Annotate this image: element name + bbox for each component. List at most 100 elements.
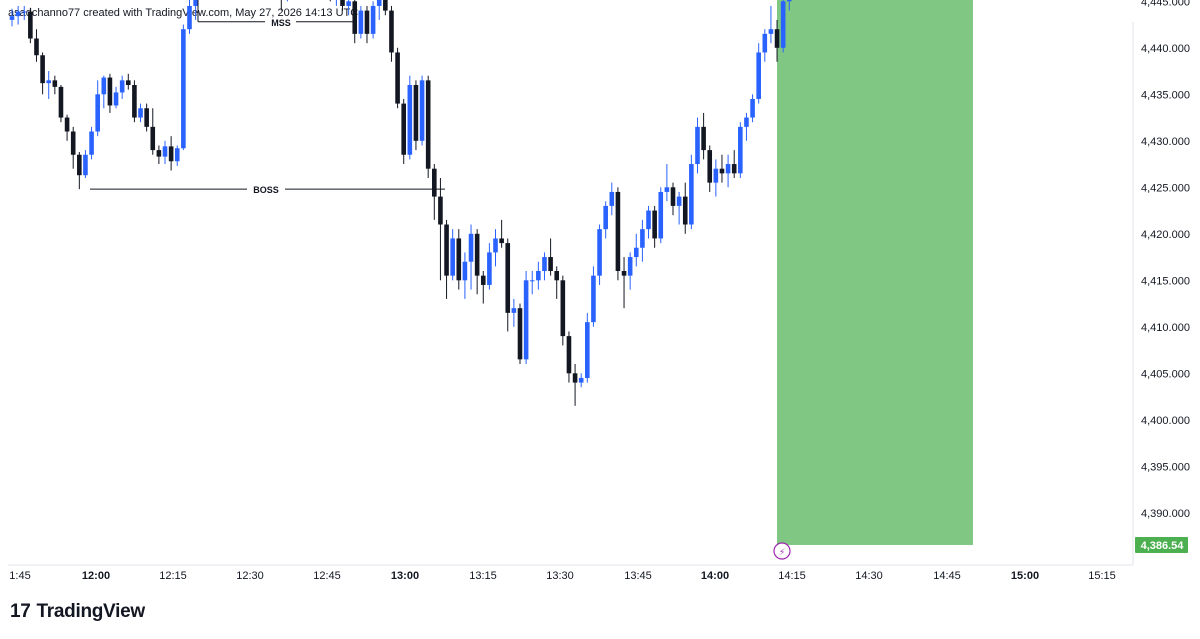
candle-body — [46, 80, 52, 84]
time-axis-tick: 12:15 — [159, 570, 187, 582]
time-axis-tick: 13:30 — [546, 570, 574, 582]
candle-body — [664, 187, 670, 192]
candle-body — [113, 92, 119, 106]
candle-body — [511, 308, 517, 313]
candle-body — [505, 243, 511, 313]
candle-body — [701, 126, 706, 151]
candle-body — [676, 196, 682, 206]
candle-body — [340, 0, 345, 6]
candle-body — [395, 52, 400, 104]
brand-name: TradingView — [36, 601, 146, 622]
candle-body — [744, 117, 749, 127]
candle-body — [670, 187, 676, 206]
candle-body — [786, 0, 792, 2]
time-axis-tick: 12:30 — [236, 570, 264, 582]
lightning-glyph: ⚡ — [779, 548, 785, 558]
time-axis-tick: 13:15 — [469, 570, 497, 582]
time-axis-tick: 14:30 — [855, 570, 883, 582]
candle-body — [89, 131, 94, 155]
target-price-tag: 4,386.54 — [1141, 540, 1185, 552]
candle-body — [585, 322, 590, 378]
candle-body — [383, 0, 388, 11]
price-axis-tick: 4,435.000 — [1141, 89, 1190, 101]
tradingview-chart-screenshot: asadchanno77 created with TradingView.co… — [0, 0, 1200, 639]
candle-body — [168, 146, 174, 162]
price-axis-tick: 4,425.000 — [1141, 182, 1190, 194]
candle-body — [419, 80, 425, 141]
candle-body — [181, 29, 186, 149]
candle-body — [193, 0, 198, 6]
candle-body — [517, 308, 523, 360]
price-axis-tick: 4,395.000 — [1141, 461, 1190, 473]
candle-body — [425, 80, 431, 169]
candle-body — [144, 108, 149, 127]
candle-body — [523, 280, 529, 360]
candle-body — [352, 1, 358, 34]
candle-body — [560, 280, 566, 337]
candle-body — [15, 11, 21, 17]
boss-label: BOSS — [253, 185, 279, 195]
candle-body — [64, 117, 70, 132]
time-axis-tick: 13:45 — [624, 570, 652, 582]
take-profit-zone — [777, 0, 973, 545]
candle-body — [695, 126, 700, 165]
candle-body — [487, 252, 492, 285]
candle-body — [633, 247, 639, 258]
candle-body — [52, 80, 58, 87]
candle-body — [689, 164, 694, 225]
candle-body — [438, 196, 443, 225]
candle-body — [34, 38, 39, 56]
time-axis-tick: 15:15 — [1088, 570, 1116, 582]
candle-body — [401, 103, 407, 155]
candle-body — [536, 271, 541, 281]
time-axis-tick: 13:00 — [391, 570, 419, 582]
candle-body — [58, 86, 64, 118]
candle-body — [750, 98, 755, 118]
candle-body — [450, 238, 455, 276]
candle-body — [738, 126, 743, 174]
time-axis-tick: 14:15 — [778, 570, 806, 582]
price-axis-tick: 4,400.000 — [1141, 415, 1190, 427]
candle-body — [474, 233, 480, 276]
candle-body — [364, 10, 370, 34]
candle-body — [444, 224, 449, 276]
candle-body — [156, 150, 162, 157]
candle-body — [780, 1, 786, 48]
candle-body — [713, 168, 719, 183]
price-axis-tick: 4,430.000 — [1141, 136, 1190, 148]
candle-body — [346, 1, 351, 6]
time-axis-tick: 14:00 — [701, 570, 729, 582]
candle-body — [77, 154, 82, 176]
candle-body — [768, 29, 774, 34]
candle-body — [529, 280, 535, 282]
candle-body — [499, 238, 504, 244]
candle-body — [731, 164, 737, 174]
candle-body — [70, 131, 76, 155]
candle-body — [40, 55, 45, 84]
candle-body — [756, 52, 761, 99]
price-axis-tick: 4,405.000 — [1141, 368, 1190, 380]
candle-body — [762, 33, 768, 53]
candle-body — [21, 11, 27, 13]
candle-body — [658, 191, 664, 239]
candle-body — [627, 257, 633, 276]
chart-canvas[interactable]: BOSSMSSIDM4,390.0004,395.0004,400.0004,4… — [0, 0, 1200, 639]
candle-body — [389, 10, 394, 53]
candle-body — [162, 146, 168, 157]
candle-body — [462, 261, 468, 281]
price-axis-tick: 4,445.000 — [1141, 0, 1190, 8]
candle-body — [597, 229, 602, 276]
mss-label: MSS — [271, 18, 291, 28]
candle-body — [456, 238, 462, 281]
candle-body — [652, 210, 657, 239]
candle-body — [682, 196, 688, 225]
candle-body — [119, 80, 125, 93]
candle-body — [9, 16, 15, 20]
price-axis-tick: 4,390.000 — [1141, 508, 1190, 520]
candle-body — [591, 275, 596, 323]
candle-body — [432, 168, 437, 197]
candle-body — [407, 85, 413, 155]
candle-body — [719, 168, 725, 174]
time-axis-tick: 1:45 — [9, 570, 30, 582]
candle-body — [480, 275, 486, 285]
